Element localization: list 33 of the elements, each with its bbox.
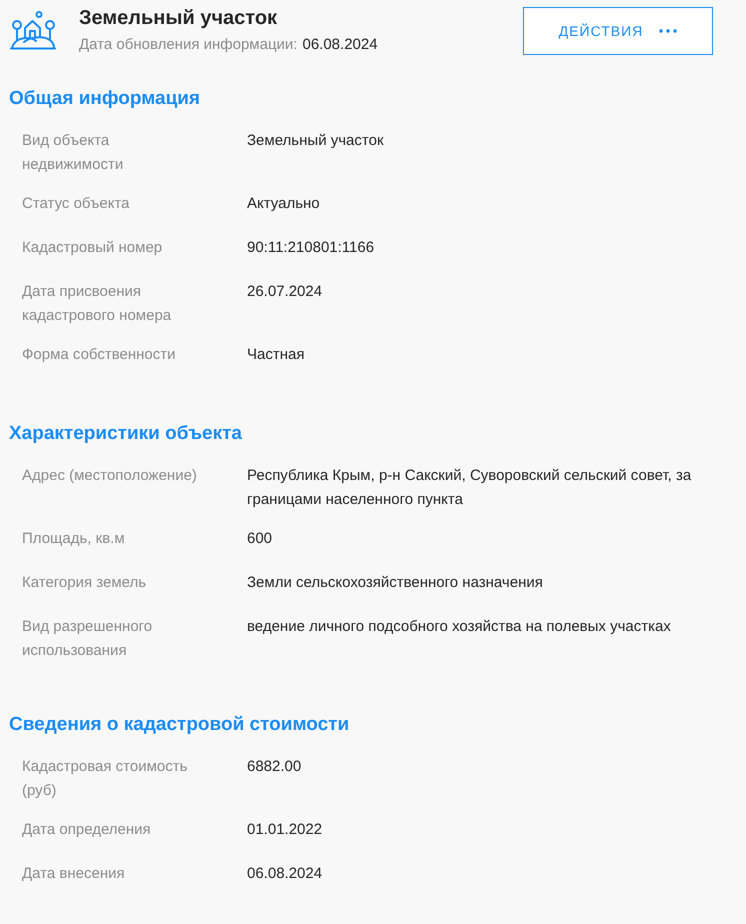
field-label: Статус объекта xyxy=(22,194,131,214)
field-label: Дата внесения xyxy=(22,864,126,884)
section-heading: Сведения о кадастровой стоимости xyxy=(9,713,350,737)
field-value: 06.08.2024 xyxy=(247,864,324,884)
field-label: Вид объекта недвижимости xyxy=(22,131,124,175)
field-label: Форма собственности xyxy=(22,345,177,365)
field-value: Земельный участок xyxy=(247,131,385,151)
field-value: Земли сельскохозяйственного назначения xyxy=(247,573,544,593)
section-heading: Общая информация xyxy=(9,87,202,111)
field-value: ведение личного подсобного хозяйства на полевых участках xyxy=(247,617,672,637)
actions-button[interactable]: ДЕЙСТВИЯ xyxy=(523,7,713,55)
field-value: 90:11:210801:1166 xyxy=(247,238,376,258)
field-label: Вид разрешенного использования xyxy=(22,617,154,661)
field-value: 01.01.2022 xyxy=(247,820,324,840)
object-title: Земельный участок xyxy=(79,6,278,30)
section-heading: Характеристики объекта xyxy=(9,422,243,446)
field-label: Кадастровый номер xyxy=(22,238,164,258)
update-date-value: 06.08.2024 xyxy=(302,35,378,55)
more-icon xyxy=(659,29,678,33)
field-label: Дата определения xyxy=(22,820,152,840)
field-value: 600 xyxy=(247,529,274,549)
field-value: Частная xyxy=(247,345,306,365)
field-label: Категория земель xyxy=(22,573,148,593)
field-value: 6882.00 xyxy=(247,757,302,777)
field-value: Актуально xyxy=(247,194,321,214)
field-value: 26.07.2024 xyxy=(247,282,324,302)
house-on-hills-icon xyxy=(10,11,56,51)
field-label: Дата присвоения кадастрового номера xyxy=(22,282,172,326)
update-date-label: Дата обновления информации: xyxy=(79,35,298,55)
field-value: Республика Крым, р-н Сакский, Суворовский сельский совет, за границами населенного пункта xyxy=(247,466,692,510)
field-label: Площадь, кв.м xyxy=(22,529,126,549)
field-label: Кадастровая стоимость (руб) xyxy=(22,757,188,801)
field-label: Адрес (местоположение) xyxy=(22,466,198,486)
